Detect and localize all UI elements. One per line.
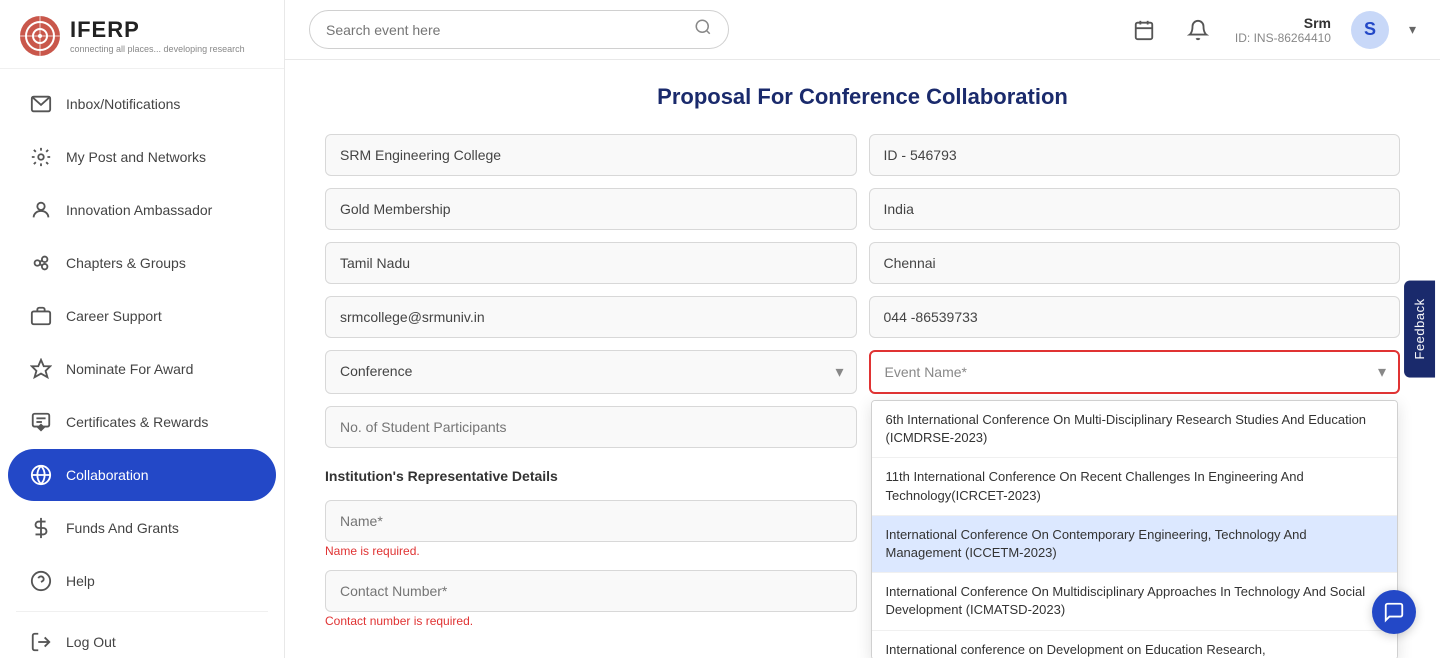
topbar: Srm ID: INS-86264410 S ▾ [285, 0, 1440, 60]
sidebar-item-career[interactable]: Career Support [8, 290, 276, 342]
sidebar-item-logout[interactable]: Log Out [8, 616, 276, 658]
name-error: Name is required. [325, 544, 857, 558]
funds-icon [28, 515, 54, 541]
nominate-icon [28, 356, 54, 382]
sidebar-item-certificates[interactable]: Certificates & Rewards [8, 396, 276, 448]
chapters-icon [28, 250, 54, 276]
topbar-right: Srm ID: INS-86264410 S ▾ [1127, 11, 1416, 49]
form-grid: Conference ▾ Event Name* ▾ 6th Internati… [325, 134, 1400, 628]
state-input[interactable] [325, 242, 857, 284]
user-info: Srm ID: INS-86264410 [1235, 15, 1331, 45]
membership-input[interactable] [325, 188, 857, 230]
feedback-button[interactable]: Feedback [1404, 280, 1435, 377]
dropdown-item-4[interactable]: International Conference On Multidiscipl… [872, 573, 1398, 630]
ambassador-icon [28, 197, 54, 223]
career-label: Career Support [66, 308, 162, 324]
dropdown-item-1[interactable]: 6th International Conference On Multi-Di… [872, 401, 1398, 458]
posts-label: My Post and Networks [66, 149, 206, 165]
search-box[interactable] [309, 10, 729, 49]
certificates-icon [28, 409, 54, 435]
iferp-logo [18, 14, 62, 58]
contact-error: Contact number is required. [325, 614, 857, 628]
name-input[interactable] [325, 500, 857, 542]
sidebar: IFERP connecting all places... developin… [0, 0, 285, 658]
avatar[interactable]: S [1351, 11, 1389, 49]
bell-icon[interactable] [1181, 13, 1215, 47]
brand-tagline: connecting all places... developing rese… [70, 44, 245, 55]
email-input[interactable] [325, 296, 857, 338]
logout-icon [28, 629, 54, 655]
brand-name: IFERP [70, 17, 245, 43]
inbox-label: Inbox/Notifications [66, 96, 180, 112]
dropdown-item-5[interactable]: International conference on Development … [872, 631, 1398, 658]
content-area: Proposal For Conference Collaboration Co… [285, 60, 1440, 658]
sidebar-item-inbox[interactable]: Inbox/Notifications [8, 78, 276, 130]
collaboration-label: Collaboration [66, 467, 149, 483]
country-input[interactable] [869, 188, 1401, 230]
main-area: Srm ID: INS-86264410 S ▾ Proposal For Co… [285, 0, 1440, 658]
chat-bubble-button[interactable] [1372, 590, 1416, 634]
conference-type-select[interactable]: Conference [326, 351, 856, 391]
event-name-wrapper: Event Name* ▾ 6th International Conferen… [869, 350, 1401, 394]
event-name-select[interactable]: Event Name* [871, 352, 1399, 392]
collaboration-icon [28, 462, 54, 488]
event-dropdown-list: 6th International Conference On Multi-Di… [871, 400, 1399, 658]
sidebar-item-chapters[interactable]: Chapters & Groups [8, 237, 276, 289]
dropdown-item-3[interactable]: International Conference On Contemporary… [872, 516, 1398, 573]
dropdown-item-2[interactable]: 11th International Conference On Recent … [872, 458, 1398, 515]
inbox-icon [28, 91, 54, 117]
sidebar-item-nominate[interactable]: Nominate For Award [8, 343, 276, 395]
posts-icon [28, 144, 54, 170]
ambassador-label: Innovation Ambassador [66, 202, 212, 218]
sidebar-item-posts[interactable]: My Post and Networks [8, 131, 276, 183]
id-input[interactable] [869, 134, 1401, 176]
sidebar-divider [16, 611, 268, 612]
contact-input[interactable] [325, 570, 857, 612]
search-icon [694, 18, 712, 41]
nominate-label: Nominate For Award [66, 361, 193, 377]
city-input[interactable] [869, 242, 1401, 284]
logout-label: Log Out [66, 634, 116, 650]
help-icon [28, 568, 54, 594]
type-select-wrapper: Conference ▾ [325, 350, 857, 394]
user-name: Srm [1304, 15, 1331, 31]
logo-area: IFERP connecting all places... developin… [0, 0, 284, 69]
career-icon [28, 303, 54, 329]
page-title: Proposal For Conference Collaboration [325, 84, 1400, 110]
funds-label: Funds And Grants [66, 520, 179, 536]
sidebar-item-ambassador[interactable]: Innovation Ambassador [8, 184, 276, 236]
certificates-label: Certificates & Rewards [66, 414, 208, 430]
sidebar-item-funds[interactable]: Funds And Grants [8, 502, 276, 554]
user-id: ID: INS-86264410 [1235, 31, 1331, 45]
search-input[interactable] [326, 22, 684, 38]
participants-input[interactable] [325, 406, 857, 448]
sidebar-item-collaboration[interactable]: Collaboration [8, 449, 276, 501]
contact-field-group: Contact number is required. [325, 570, 857, 628]
institution-input[interactable] [325, 134, 857, 176]
chevron-down-icon[interactable]: ▾ [1409, 21, 1416, 38]
sidebar-item-help[interactable]: Help [8, 555, 276, 607]
phone-input[interactable] [869, 296, 1401, 338]
help-label: Help [66, 573, 95, 589]
chapters-label: Chapters & Groups [66, 255, 186, 271]
nav-menu: Inbox/Notifications My Post and Networks… [0, 69, 284, 658]
name-field-group: Name is required. [325, 500, 857, 558]
calendar-icon[interactable] [1127, 13, 1161, 47]
